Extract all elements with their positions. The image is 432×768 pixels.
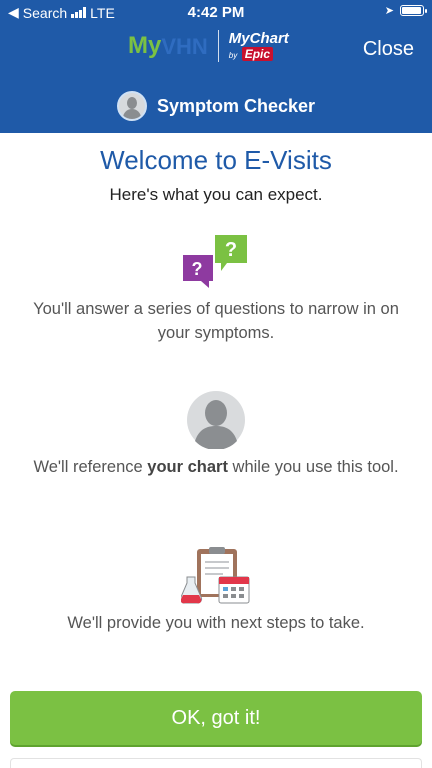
feature-questions-text: You'll answer a series of questions to n… <box>33 300 399 342</box>
location-arrow-icon: ➤ <box>384 5 394 17</box>
close-button[interactable]: Close <box>363 38 414 61</box>
epic-text: Epic <box>241 46 274 61</box>
status-time: 4:42 PM <box>187 4 245 21</box>
by-text: by <box>228 50 238 60</box>
clipboard-calendar-icon <box>179 547 251 605</box>
welcome-title: Welcome to E-Visits <box>100 145 332 175</box>
logo-my-text: My <box>128 32 162 59</box>
mychart-text: MyChart <box>228 29 289 47</box>
symptom-checker-header: Symptom Checker <box>0 86 432 126</box>
page-title: Symptom Checker <box>156 95 316 116</box>
svg-text:?: ? <box>225 239 237 261</box>
question-bubbles-icon: ? ? <box>181 235 251 291</box>
app-logo: My VHN MyChart by Epic <box>128 30 289 62</box>
chart-text-before: We'll reference <box>33 458 148 476</box>
battery-icon <box>400 5 427 16</box>
bottom-panel-edge <box>10 758 422 768</box>
feature-chart: We'll reference your chart while you use… <box>0 391 432 479</box>
status-bar: ◀ Search LTE 4:42 PM ➤ <box>0 0 432 24</box>
myvhn-logo: My VHN <box>128 32 208 60</box>
mychart-logo: MyChart by Epic <box>229 31 289 62</box>
feature-next-steps: We'll provide you with next steps to tak… <box>0 547 432 635</box>
chart-text-after: while you use this tool. <box>227 458 399 476</box>
avatar <box>116 91 147 121</box>
feature-chart-text: We'll reference your chart while you use… <box>0 455 432 479</box>
ok-got-it-button[interactable]: OK, got it! <box>10 691 422 745</box>
chart-text-bold: your chart <box>147 458 228 476</box>
logo-vhn-text: VHN <box>161 34 208 59</box>
feature-next-steps-text: We'll provide you with next steps to tak… <box>67 614 365 632</box>
person-avatar-icon <box>187 391 245 450</box>
app-header: ◀ Search LTE 4:42 PM ➤ My VHN MyChart by… <box>0 0 432 133</box>
logo-divider <box>217 30 219 62</box>
feature-questions: ? ? You'll answer a series of questions … <box>0 235 432 345</box>
welcome-subtitle: Here's what you can expect. <box>109 185 323 204</box>
status-right: ➤ <box>384 4 427 17</box>
svg-text:?: ? <box>192 259 203 279</box>
